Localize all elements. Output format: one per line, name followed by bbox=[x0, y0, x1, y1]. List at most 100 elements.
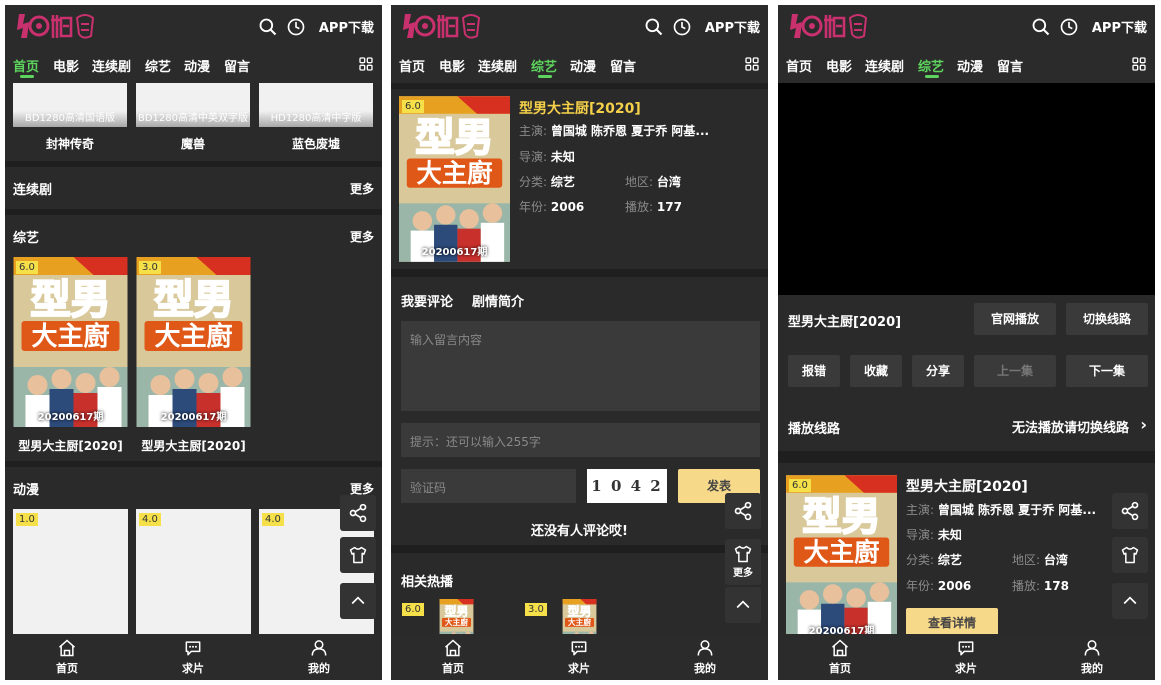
prev-episode-button[interactable]: 上一集 bbox=[974, 355, 1056, 387]
tab-mine[interactable]: 我的 bbox=[289, 638, 349, 676]
site-logo[interactable] bbox=[786, 10, 876, 42]
site-logo[interactable] bbox=[399, 10, 489, 42]
nav-anime[interactable]: 动漫 bbox=[570, 56, 596, 75]
collect-button[interactable]: 收藏 bbox=[850, 355, 902, 387]
nav-series[interactable]: 连续剧 bbox=[478, 56, 517, 75]
lines-hint[interactable]: 无法播放请切换线路 bbox=[1012, 417, 1129, 436]
back-to-top-button[interactable] bbox=[725, 587, 761, 623]
video-player[interactable] bbox=[778, 83, 1155, 295]
poster-image bbox=[399, 96, 510, 262]
panel-detail: APP下载 首页 电影 连续剧 综艺 动漫 留言 6.0 20200617期 型… bbox=[391, 5, 768, 680]
skin-button[interactable]: 更多 bbox=[725, 539, 761, 585]
history-clock-icon[interactable] bbox=[1059, 17, 1079, 37]
nav-home[interactable]: 首页 bbox=[399, 56, 425, 75]
anime-poster[interactable]: 1.0 bbox=[13, 509, 128, 639]
site-logo[interactable] bbox=[13, 10, 103, 42]
search-icon[interactable] bbox=[644, 17, 664, 37]
share-icon bbox=[733, 501, 753, 521]
comment-textarea[interactable]: 输入留言内容 bbox=[401, 321, 760, 411]
movie-title[interactable]: 蓝色废墟 bbox=[259, 135, 373, 152]
skin-button[interactable] bbox=[1112, 537, 1148, 573]
category-nav: 首页 电影 连续剧 综艺 动漫 留言 bbox=[5, 47, 382, 83]
variety-poster[interactable]: 6.0 20200617期 bbox=[13, 257, 128, 427]
tab-comment[interactable]: 我要评论 bbox=[401, 291, 453, 310]
nav-message[interactable]: 留言 bbox=[610, 56, 636, 75]
search-icon[interactable] bbox=[258, 17, 278, 37]
share-button[interactable] bbox=[340, 495, 376, 531]
anime-poster[interactable]: 4.0 bbox=[136, 509, 251, 639]
more-link[interactable]: 更多 bbox=[350, 228, 374, 245]
nav-variety[interactable]: 综艺 bbox=[531, 56, 557, 75]
more-link[interactable]: 更多 bbox=[350, 180, 374, 197]
nav-variety[interactable]: 综艺 bbox=[145, 56, 171, 75]
movie-thumb[interactable]: HD1280高清中字版 bbox=[259, 83, 373, 127]
history-clock-icon[interactable] bbox=[286, 17, 306, 37]
nav-variety[interactable]: 综艺 bbox=[918, 56, 944, 75]
nav-message[interactable]: 留言 bbox=[224, 56, 250, 75]
chevron-up-icon bbox=[733, 595, 753, 615]
report-button[interactable]: 报错 bbox=[788, 355, 840, 387]
back-to-top-button[interactable] bbox=[340, 583, 376, 619]
grid-menu-icon[interactable] bbox=[744, 56, 760, 72]
info-card: 6.0 20200617期 型男大主厨[2020] 主演: 曾国城 陈乔恩 夏于… bbox=[778, 463, 1155, 643]
movie-thumb[interactable]: BD1280高清国语版 bbox=[13, 83, 127, 127]
switch-line-button[interactable]: 切换线路 bbox=[1066, 303, 1148, 335]
app-download-link[interactable]: APP下载 bbox=[319, 17, 374, 36]
related-section: 相关热播 6.0 3.0 bbox=[391, 553, 768, 643]
nav-home[interactable]: 首页 bbox=[13, 56, 39, 75]
search-icon[interactable] bbox=[1031, 17, 1051, 37]
nav-series[interactable]: 连续剧 bbox=[865, 56, 904, 75]
app-download-link[interactable]: APP下载 bbox=[705, 17, 760, 36]
nav-movie[interactable]: 电影 bbox=[439, 56, 465, 75]
variety-title[interactable]: 型男大主厨[2020] bbox=[136, 437, 251, 454]
score-badge: 6.0 bbox=[402, 100, 424, 113]
share-button[interactable] bbox=[1112, 493, 1148, 529]
tab-synopsis[interactable]: 剧情简介 bbox=[472, 291, 524, 310]
score-badge: 3.0 bbox=[139, 261, 161, 274]
cast-label: 主演: bbox=[519, 124, 548, 138]
movie-title[interactable]: 封神传奇 bbox=[13, 135, 127, 152]
nav-anime[interactable]: 动漫 bbox=[184, 56, 210, 75]
tab-mine[interactable]: 我的 bbox=[1062, 638, 1122, 676]
share-text-button[interactable]: 分享 bbox=[912, 355, 964, 387]
tab-home[interactable]: 首页 bbox=[810, 638, 870, 676]
back-to-top-button[interactable] bbox=[1112, 583, 1148, 619]
nav-home[interactable]: 首页 bbox=[786, 56, 812, 75]
variety-poster[interactable]: 3.0 20200617期 bbox=[136, 257, 251, 427]
tab-request[interactable]: 求片 bbox=[549, 638, 609, 676]
chevron-right-icon[interactable]: › bbox=[1140, 415, 1147, 434]
movie-row: BD1280高清国语版 BD1280高清中英双字版 HD1280高清中字版 封神… bbox=[5, 83, 382, 161]
movie-thumb[interactable]: BD1280高清中英双字版 bbox=[136, 83, 250, 127]
tab-mine[interactable]: 我的 bbox=[675, 638, 735, 676]
director-value: 未知 bbox=[550, 150, 575, 164]
nav-movie[interactable]: 电影 bbox=[826, 56, 852, 75]
variety-title[interactable]: 型男大主厨[2020] bbox=[13, 437, 128, 454]
next-episode-button[interactable]: 下一集 bbox=[1066, 355, 1148, 387]
tab-request[interactable]: 求片 bbox=[936, 638, 996, 676]
cast-label: 主演: bbox=[906, 503, 935, 517]
skin-button[interactable] bbox=[340, 537, 376, 573]
tab-label: 求片 bbox=[568, 662, 590, 675]
year-value: 2006 bbox=[550, 200, 585, 214]
tab-request[interactable]: 求片 bbox=[163, 638, 223, 676]
nav-message[interactable]: 留言 bbox=[997, 56, 1023, 75]
episode-label: 20200617期 bbox=[160, 412, 227, 423]
score-badge: 3.0 bbox=[525, 603, 547, 616]
share-button[interactable] bbox=[725, 493, 761, 529]
history-clock-icon[interactable] bbox=[672, 17, 692, 37]
tab-home[interactable]: 首页 bbox=[423, 638, 483, 676]
tab-home[interactable]: 首页 bbox=[37, 638, 97, 676]
app-download-link[interactable]: APP下载 bbox=[1092, 17, 1147, 36]
captcha-image[interactable]: 1 0 4 2 bbox=[587, 469, 667, 503]
category-value: 综艺 bbox=[937, 553, 962, 567]
director-label: 导演: bbox=[906, 528, 935, 542]
nav-anime[interactable]: 动漫 bbox=[957, 56, 983, 75]
captcha-input[interactable]: 验证码 bbox=[401, 469, 576, 503]
nav-series[interactable]: 连续剧 bbox=[92, 56, 131, 75]
nav-movie[interactable]: 电影 bbox=[53, 56, 79, 75]
movie-title[interactable]: 魔兽 bbox=[136, 135, 250, 152]
official-play-button[interactable]: 官网播放 bbox=[974, 303, 1056, 335]
poster-image bbox=[136, 257, 251, 427]
grid-menu-icon[interactable] bbox=[1131, 56, 1147, 72]
grid-menu-icon[interactable] bbox=[358, 56, 374, 72]
